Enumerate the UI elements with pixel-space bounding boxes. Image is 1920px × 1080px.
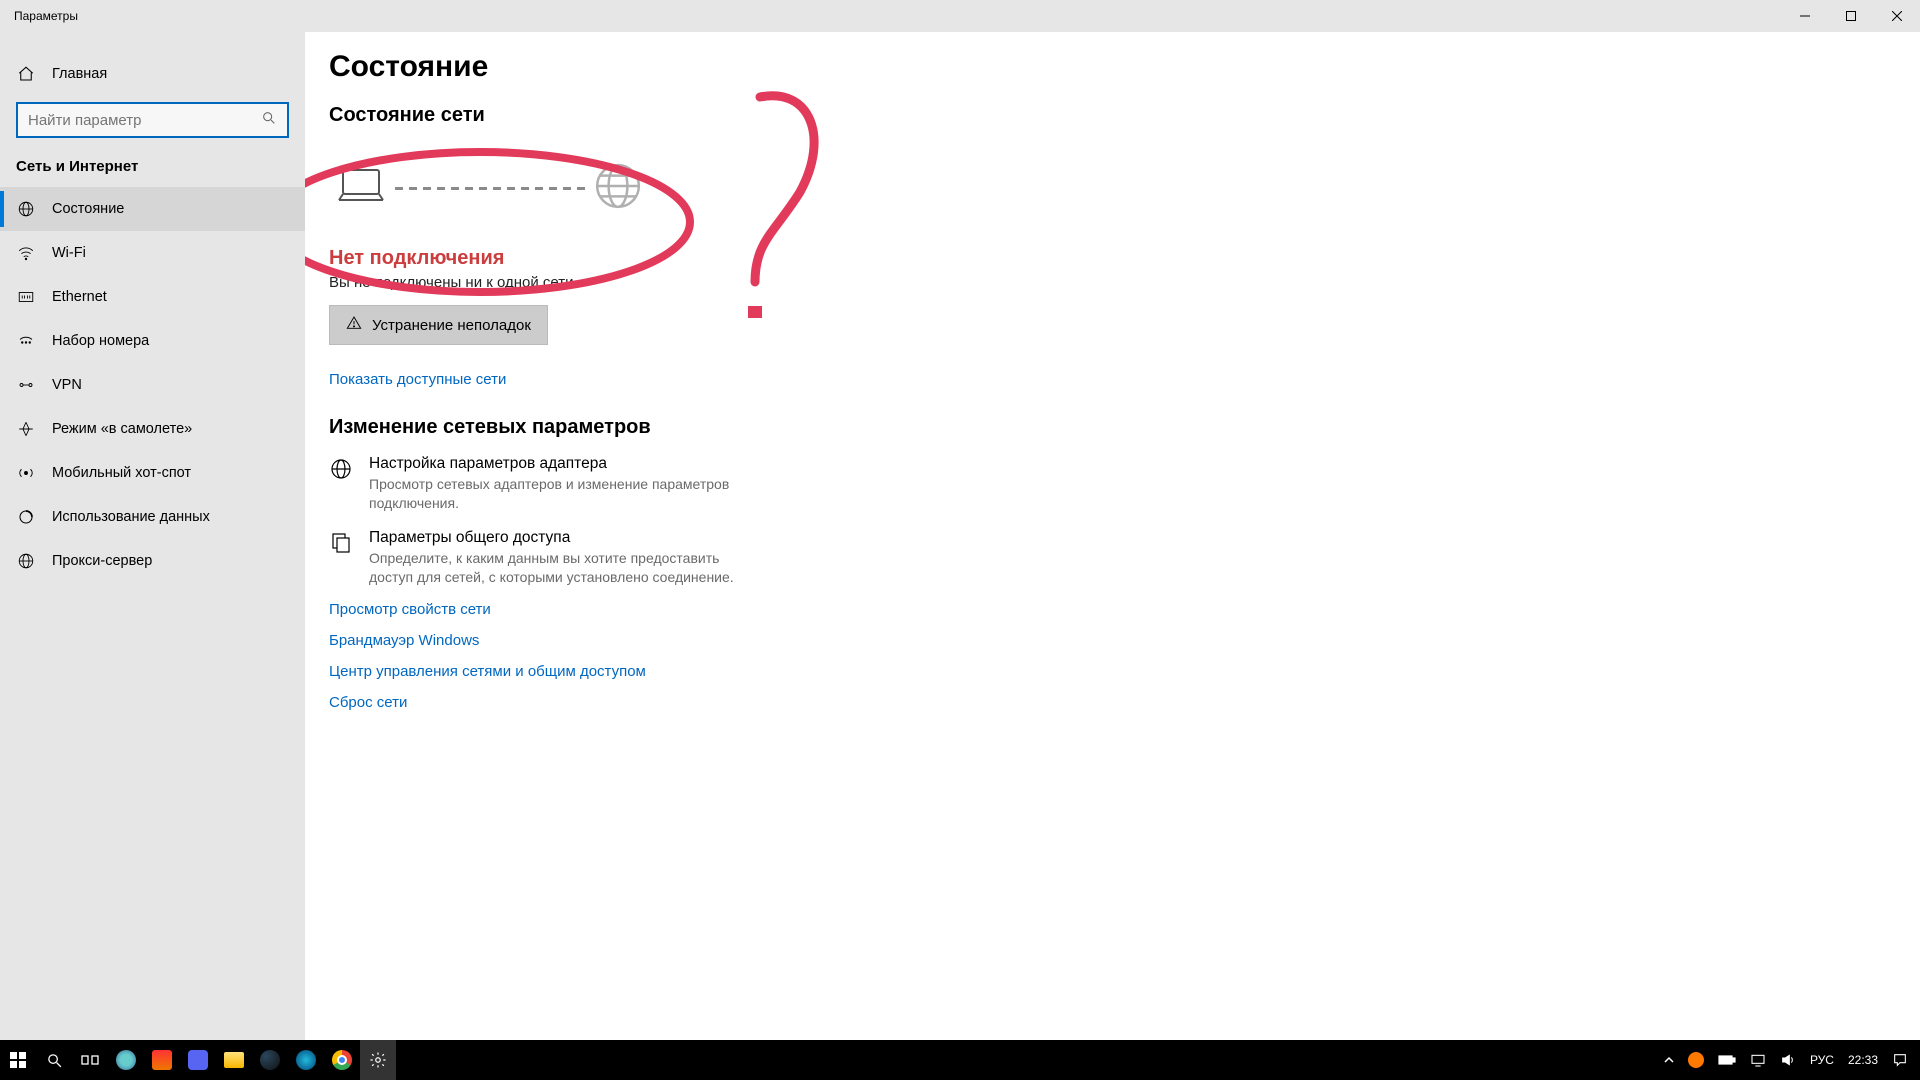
troubleshoot-label: Устранение неполадок [372,317,531,334]
network-reset-link[interactable]: Сброс сети [329,694,1880,711]
troubleshoot-button[interactable]: Устранение неполадок [329,305,548,345]
sidebar-item-status[interactable]: Состояние [0,187,305,231]
paint-icon [116,1050,136,1070]
steam-icon [260,1050,280,1070]
close-button[interactable] [1874,0,1920,32]
sidebar-item-vpn[interactable]: VPN [0,363,305,407]
search-field[interactable] [28,112,261,129]
taskbar-app-discord[interactable] [180,1040,216,1080]
section-change-settings: Изменение сетевых параметров [329,416,1880,439]
taskbar-app-paint[interactable] [108,1040,144,1080]
tray-clock[interactable]: 22:33 [1842,1040,1884,1080]
globe-icon [16,200,36,218]
network-properties-link[interactable]: Просмотр свойств сети [329,601,1880,618]
sidebar-item-label: Ethernet [52,289,107,305]
airplane-icon [16,420,36,438]
vpn-icon [16,376,36,394]
sidebar-category: Сеть и Интернет [0,154,305,187]
section-network-state: Состояние сети [329,104,1880,127]
taskbar-search[interactable] [36,1040,72,1080]
taskbar-app-settings[interactable] [360,1040,396,1080]
sidebar-item-datausage[interactable]: Использование данных [0,495,305,539]
maximize-button[interactable] [1828,0,1874,32]
sidebar-item-label: Прокси-сервер [52,553,152,569]
dialup-icon [16,332,36,350]
adapter-desc: Просмотр сетевых адаптеров и изменение п… [369,475,749,513]
firewall-link[interactable]: Брандмауэр Windows [329,632,1880,649]
discord-icon [188,1050,208,1070]
no-connection-title: Нет подключения [329,247,1880,270]
wifi-icon [16,244,36,262]
taskbar-app-chrome[interactable] [324,1040,360,1080]
taskbar: РУС 22:33 [0,1040,1920,1080]
adapter-icon [329,455,353,513]
taskbar-app-generic[interactable] [288,1040,324,1080]
sidebar-item-label: Использование данных [52,509,210,525]
taskbar-app-steam[interactable] [252,1040,288,1080]
home-icon [16,65,36,83]
sidebar-item-label: Мобильный хот-спот [52,465,191,481]
tray-volume[interactable] [1774,1040,1802,1080]
hotspot-icon [16,464,36,482]
search-icon [261,110,277,130]
app-icon [296,1050,316,1070]
sidebar-home[interactable]: Главная [0,52,305,96]
window-controls [1782,0,1920,32]
sidebar-home-label: Главная [52,66,107,82]
sharing-title: Параметры общего доступа [369,529,749,547]
data-usage-icon [16,508,36,526]
sidebar-item-proxy[interactable]: Прокси-сервер [0,539,305,583]
laptop-icon [335,166,387,210]
sidebar-item-label: VPN [52,377,82,393]
adapter-title: Настройка параметров адаптера [369,455,749,473]
ethernet-icon [16,288,36,306]
sharing-desc: Определите, к каким данным вы хотите пре… [369,549,749,587]
main-content: Состояние Состояние сети Нет подключения… [305,32,1920,1040]
minimize-button[interactable] [1782,0,1828,32]
clock-label: 22:33 [1848,1053,1878,1067]
taskbar-app-explorer[interactable] [216,1040,252,1080]
tray-network[interactable] [1744,1040,1772,1080]
sharing-icon [329,529,353,587]
sidebar-item-airplane[interactable]: Режим «в самолете» [0,407,305,451]
show-networks-link[interactable]: Показать доступные сети [329,371,506,388]
sidebar-item-ethernet[interactable]: Ethernet [0,275,305,319]
sidebar-item-hotspot[interactable]: Мобильный хот-спот [0,451,305,495]
taskbar-taskview[interactable] [72,1040,108,1080]
adapter-settings-block[interactable]: Настройка параметров адаптера Просмотр с… [329,455,749,513]
sharing-settings-block[interactable]: Параметры общего доступа Определите, к к… [329,529,749,587]
window-title: Параметры [14,9,78,23]
chrome-icon [332,1050,352,1070]
globe-gray-icon [593,161,643,215]
tray-battery[interactable] [1712,1040,1742,1080]
movies-icon [152,1050,172,1070]
sidebar-item-label: Wi-Fi [52,245,86,261]
network-diagram [329,141,1880,241]
tray-language[interactable]: РУС [1804,1040,1840,1080]
sidebar-item-label: Набор номера [52,333,149,349]
taskbar-app-movies[interactable] [144,1040,180,1080]
sidebar-item-wifi[interactable]: Wi-Fi [0,231,305,275]
network-center-link[interactable]: Центр управления сетями и общим доступом [329,663,1880,680]
connection-line [395,187,585,190]
tray-avast[interactable] [1682,1040,1710,1080]
sidebar-item-dialup[interactable]: Набор номера [0,319,305,363]
start-button[interactable] [0,1040,36,1080]
folder-icon [224,1052,244,1068]
sidebar-item-label: Режим «в самолете» [52,421,192,437]
proxy-icon [16,552,36,570]
warning-icon [346,315,362,335]
language-label: РУС [1810,1053,1834,1067]
sidebar: Главная Сеть и Интернет Состояние [0,32,305,1040]
no-connection-subtitle: Вы не подключены ни к одной сети. [329,274,1880,291]
avast-icon [1688,1052,1704,1068]
page-title: Состояние [329,50,1880,84]
sidebar-item-label: Состояние [52,201,124,217]
tray-action-center[interactable] [1886,1040,1914,1080]
tray-overflow[interactable] [1658,1040,1680,1080]
search-input[interactable] [16,102,289,138]
titlebar: Параметры [0,0,1920,32]
